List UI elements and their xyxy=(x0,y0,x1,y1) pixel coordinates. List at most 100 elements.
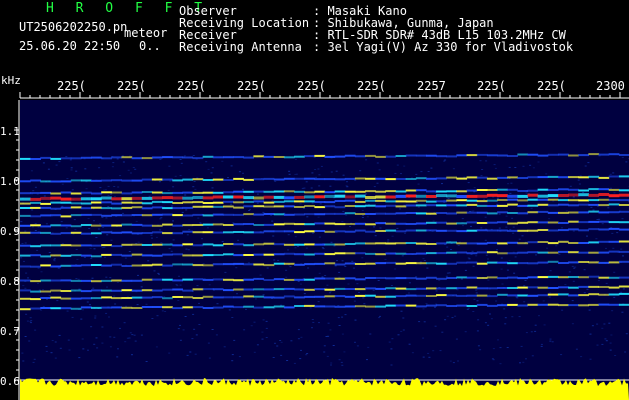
signal-band-segment xyxy=(233,306,244,309)
signal-band-segment xyxy=(547,221,559,224)
noise-speck xyxy=(497,339,499,341)
signal-band-segment xyxy=(344,212,356,215)
noise-speck xyxy=(586,288,589,290)
signal-band-segment xyxy=(547,260,559,263)
signal-band-segment xyxy=(405,253,417,255)
noise-speck xyxy=(573,267,576,269)
noise-speck xyxy=(159,229,162,231)
noise-speck xyxy=(201,238,203,240)
signal-band-segment xyxy=(60,279,72,282)
noise-speck xyxy=(180,162,183,164)
noise-speck xyxy=(346,181,348,183)
signal-band-segment xyxy=(60,191,72,194)
noise-speck xyxy=(242,172,244,174)
signal-band-segment xyxy=(304,191,315,194)
noise-speck xyxy=(525,358,527,360)
signal-band-segment xyxy=(273,288,285,291)
signal-band-segment xyxy=(405,229,417,232)
signal-band-segment xyxy=(476,211,488,214)
noise-speck xyxy=(330,362,333,364)
signal-band-segment xyxy=(192,157,204,160)
noise-speck xyxy=(603,323,606,325)
noise-speck xyxy=(151,237,153,239)
signal-band-segment xyxy=(456,242,468,245)
noise-speck xyxy=(484,216,487,218)
signal-band-segment xyxy=(598,211,610,214)
noise-speck xyxy=(476,330,479,332)
noise-speck xyxy=(589,358,592,360)
noise-speck xyxy=(366,216,369,218)
signal-band-segment xyxy=(233,213,244,216)
signal-band-segment xyxy=(375,287,386,290)
noise-speck xyxy=(344,265,347,267)
noise-speck xyxy=(94,315,97,317)
signal-band-segment xyxy=(314,213,326,216)
noise-speck xyxy=(333,245,336,247)
signal-band-segment xyxy=(547,251,559,254)
signal-band-segment xyxy=(344,199,356,202)
signal-band-segment xyxy=(182,278,194,281)
noise-speck xyxy=(34,329,37,331)
noise-speck xyxy=(207,342,210,344)
signal-band-segment xyxy=(40,202,51,205)
signal-band-segment xyxy=(568,154,579,157)
signal-band-segment xyxy=(192,306,204,309)
noise-speck xyxy=(354,341,356,343)
signal-band-segment xyxy=(527,211,539,214)
noise-speck xyxy=(80,318,83,320)
signal-band-segment xyxy=(375,155,386,158)
signal-band-segment xyxy=(263,190,275,193)
noise-speck xyxy=(489,313,491,315)
noise-speck xyxy=(93,220,95,222)
signal-band-segment xyxy=(50,265,62,268)
signal-band-segment xyxy=(50,214,62,217)
noise-speck xyxy=(341,221,344,223)
signal-band-segment xyxy=(91,179,102,182)
noise-speck xyxy=(105,276,108,278)
noise-speck xyxy=(534,330,537,332)
noise-speck xyxy=(21,352,24,354)
noise-speck xyxy=(179,324,181,326)
signal-band-segment xyxy=(598,228,610,231)
noise-speck xyxy=(441,183,443,185)
signal-band-segment xyxy=(50,307,62,310)
signal-band-segment xyxy=(568,204,579,207)
noise-speck xyxy=(620,291,623,293)
signal-band-segment xyxy=(537,203,549,206)
signal-band-segment xyxy=(497,252,508,255)
noise-speck xyxy=(529,164,532,166)
signal-band-segment xyxy=(162,232,173,235)
noise-speck xyxy=(90,257,93,259)
noise-speck xyxy=(189,351,192,353)
signal-band-segment xyxy=(263,242,275,245)
noise-speck xyxy=(205,161,208,163)
noise-speck xyxy=(621,311,624,313)
noise-speck xyxy=(417,183,420,185)
noise-speck xyxy=(504,317,507,319)
signal-band-segment xyxy=(608,303,620,306)
signal-band-segment xyxy=(578,242,589,244)
noise-speck xyxy=(106,234,109,236)
signal-band-segment xyxy=(182,289,194,292)
signal-band-segment xyxy=(436,262,447,265)
signal-band-segment xyxy=(618,193,629,197)
noise-speck xyxy=(140,334,143,336)
noise-speck xyxy=(601,327,604,329)
noise-speck xyxy=(50,352,53,354)
signal-band-segment xyxy=(20,231,31,234)
noise-speck xyxy=(512,232,515,234)
noise-speck xyxy=(561,309,564,311)
signal-band-segment xyxy=(202,264,214,267)
signal-band-segment xyxy=(334,212,346,215)
noise-speck xyxy=(262,319,265,321)
signal-band-segment xyxy=(162,288,173,291)
signal-band-segment xyxy=(426,295,437,297)
noise-speck xyxy=(113,336,116,338)
noise-speck xyxy=(178,275,180,277)
signal-band-segment xyxy=(436,212,447,214)
signal-band-segment xyxy=(263,213,275,215)
signal-band-segment xyxy=(101,289,112,292)
noise-speck xyxy=(150,234,153,236)
signal-band-segment xyxy=(20,254,31,257)
noise-speck xyxy=(285,269,288,271)
